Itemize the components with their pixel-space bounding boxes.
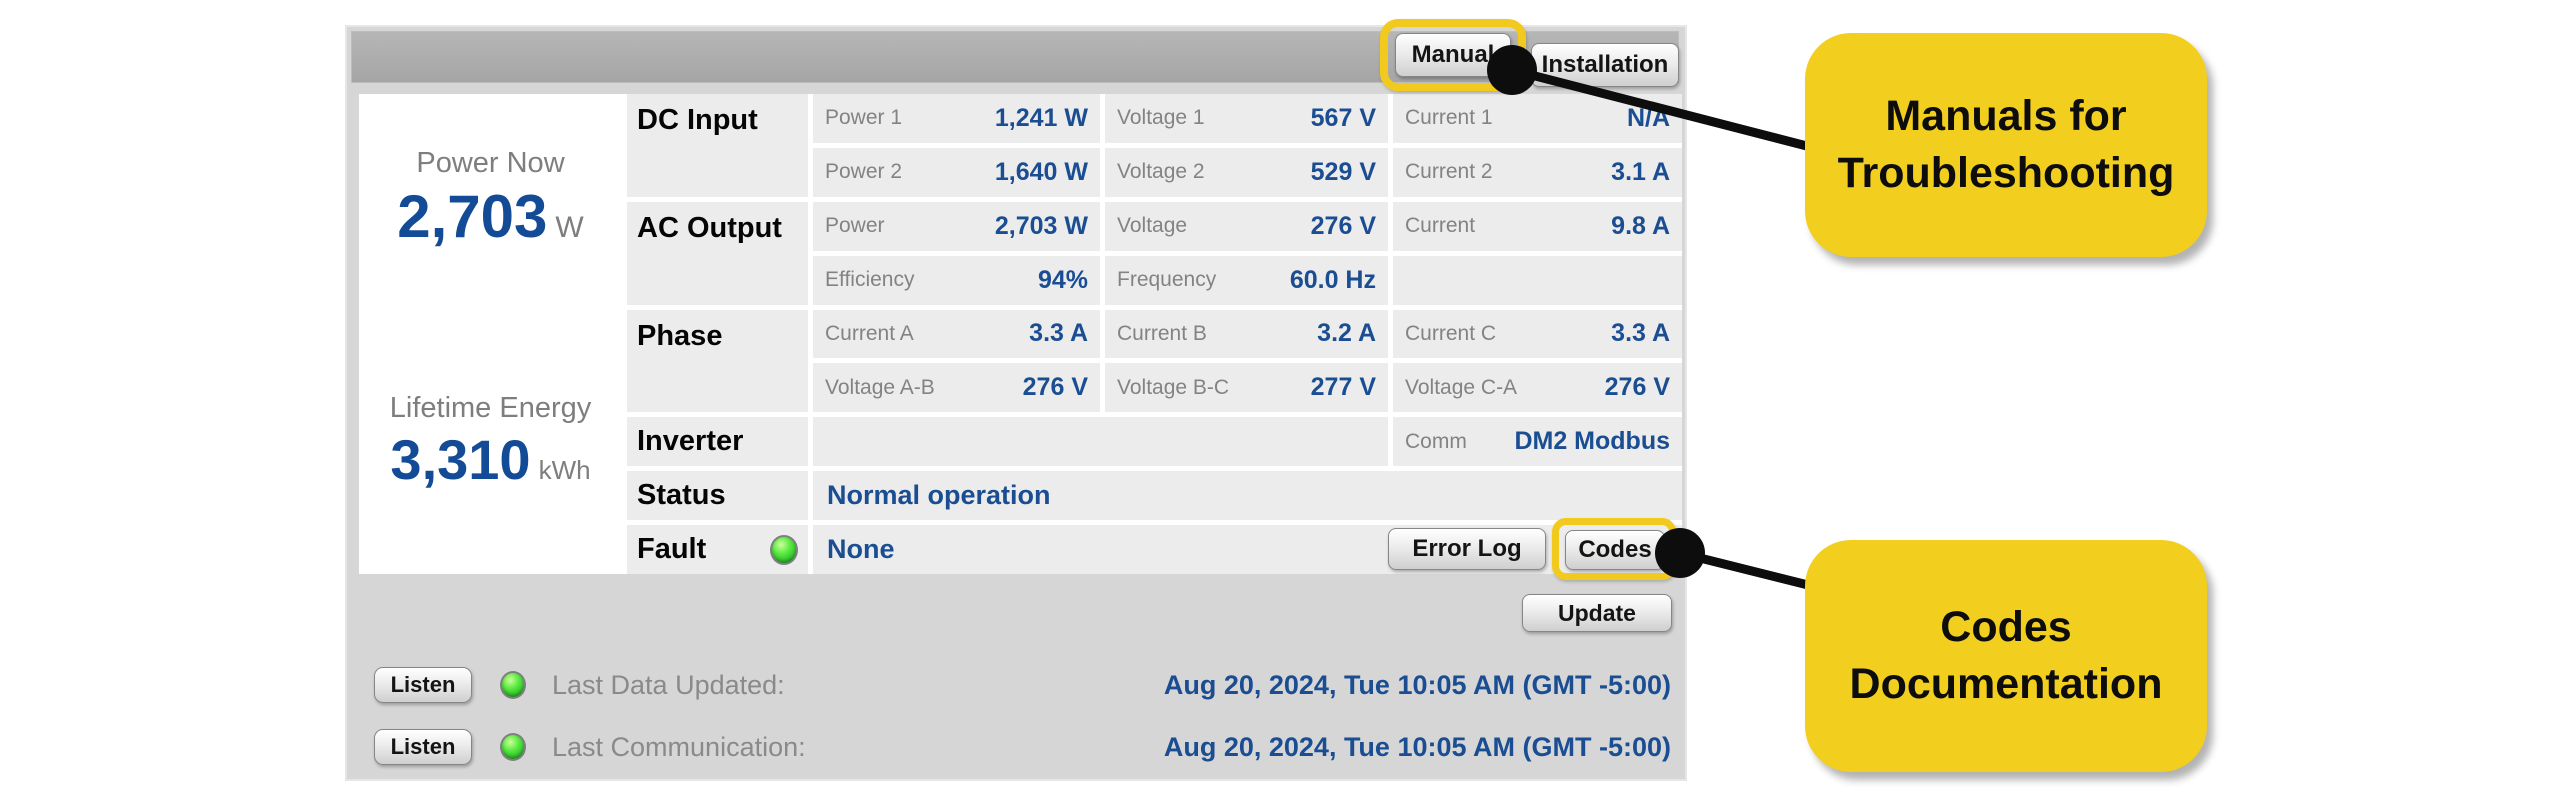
phase-current-a-label: Current A (825, 321, 914, 345)
manuals-callout-line2: Troubleshooting (1837, 149, 2175, 197)
last-data-updated-label: Last Data Updated: (552, 669, 785, 700)
power-now-card: Power Now 2,703 W (359, 94, 622, 305)
ac-power-cell: Power 2,703 W (813, 201, 1100, 251)
ac-current-cell: Current 9.8 A (1393, 201, 1682, 251)
power-now-unit: W (555, 211, 584, 245)
phase-current-c-label: Current C (1405, 321, 1497, 345)
ac-voltage-cell: Voltage 276 V (1105, 201, 1388, 251)
dc-power2-label: Power 2 (825, 160, 903, 184)
update-button[interactable]: Update (1522, 594, 1672, 632)
dc-voltage2-label: Voltage 2 (1117, 160, 1205, 184)
dc-power1-label: Power 1 (825, 106, 903, 130)
phase-current-a-cell: Current A 3.3 A (813, 309, 1100, 359)
ac-voltage-label: Voltage (1117, 214, 1188, 238)
lifetime-energy-value: 3,310 (390, 427, 531, 491)
codes-callout-line2: Documentation (1849, 660, 2163, 708)
frequency-value: 60.0 Hz (1289, 265, 1376, 294)
ac-current-value: 9.8 A (1611, 211, 1670, 240)
codes-callout: Codes Documentation (1805, 540, 2207, 772)
dc-current1-label: Current 1 (1405, 106, 1493, 130)
dc-power2-cell: Power 2 1,640 W (813, 147, 1100, 197)
listen-button-1[interactable]: Listen (374, 667, 472, 703)
communication-led-icon (500, 733, 526, 761)
last-communication-label: Last Communication: (552, 731, 806, 762)
last-data-updated-value: Aug 20, 2024, Tue 10:05 AM (GMT -5:00) (1163, 669, 1671, 700)
dc-voltage1-cell: Voltage 1 567 V (1105, 94, 1388, 143)
data-updated-led-icon (500, 671, 526, 699)
last-communication-row: Listen Last Communication: Aug 20, 2024,… (374, 729, 1671, 765)
dc-voltage2-cell: Voltage 2 529 V (1105, 147, 1388, 197)
last-communication-value: Aug 20, 2024, Tue 10:05 AM (GMT -5:00) (1163, 731, 1671, 762)
phase-current-b-label: Current B (1117, 321, 1207, 345)
installation-button[interactable]: Installation (1531, 43, 1679, 87)
codes-highlight-ring (1552, 518, 1676, 580)
section-inverter: Inverter (627, 417, 808, 467)
section-ac-output: AC Output (627, 201, 808, 305)
status-value: Normal operation (813, 471, 1682, 521)
phase-voltage-ab-value: 276 V (1022, 373, 1088, 402)
dc-current1-value: N/A (1626, 103, 1670, 132)
lifetime-energy-card: Lifetime Energy 3,310 kWh (359, 309, 622, 574)
section-status: Status (627, 471, 808, 521)
dc-power2-value: 1,640 W (994, 157, 1088, 186)
ac-current-label: Current (1405, 214, 1476, 238)
efficiency-label: Efficiency (825, 268, 915, 292)
last-data-updated-row: Listen Last Data Updated: Aug 20, 2024, … (374, 667, 1671, 703)
phase-voltage-bc-cell: Voltage B-C 277 V (1105, 363, 1388, 413)
phase-current-c-cell: Current C 3.3 A (1393, 309, 1682, 359)
manual-highlight-ring (1380, 19, 1526, 91)
manuals-callout: Manuals for Troubleshooting (1805, 33, 2207, 257)
comm-label: Comm (1405, 429, 1467, 453)
dc-voltage1-label: Voltage 1 (1117, 106, 1205, 130)
frequency-cell: Frequency 60.0 Hz (1105, 255, 1388, 305)
phase-current-b-cell: Current B 3.2 A (1105, 309, 1388, 359)
phase-voltage-ab-cell: Voltage A-B 276 V (813, 363, 1100, 413)
fault-status-led-icon (770, 534, 798, 565)
phase-voltage-ca-cell: Voltage C-A 276 V (1393, 363, 1682, 413)
phase-current-c-value: 3.3 A (1611, 319, 1670, 348)
section-fault: Fault (627, 525, 808, 574)
comm-value: DM2 Modbus (1514, 427, 1670, 456)
efficiency-value: 94% (1037, 265, 1088, 294)
phase-current-a-value: 3.3 A (1029, 319, 1088, 348)
section-phase: Phase (627, 309, 808, 413)
phase-voltage-ca-value: 276 V (1604, 373, 1670, 402)
efficiency-cell: Efficiency 94% (813, 255, 1100, 305)
phase-voltage-bc-value: 277 V (1310, 373, 1376, 402)
power-now-value: 2,703 (397, 183, 548, 251)
dc-voltage1-value: 567 V (1310, 103, 1376, 132)
listen-button-2[interactable]: Listen (374, 729, 472, 765)
inverter-empty-cell (813, 417, 1388, 467)
error-log-button[interactable]: Error Log (1388, 528, 1546, 570)
dc-current1-cell: Current 1 N/A (1393, 94, 1682, 143)
fault-label: Fault (637, 533, 707, 566)
inverter-data-table: Power Now 2,703 W Lifetime Energy 3,310 … (359, 94, 1682, 574)
dc-power1-value: 1,241 W (994, 103, 1088, 132)
section-dc-input: DC Input (627, 94, 808, 197)
inverter-status-panel: Manual Installation Power Now 2,703 W Li… (345, 19, 1687, 781)
ac-power-value: 2,703 W (994, 211, 1088, 240)
dc-current2-label: Current 2 (1405, 160, 1493, 184)
phase-current-b-value: 3.2 A (1317, 319, 1376, 348)
ac-power-label: Power (825, 214, 885, 238)
dc-power1-cell: Power 1 1,241 W (813, 94, 1100, 143)
lifetime-energy-label: Lifetime Energy (389, 391, 592, 424)
phase-voltage-ab-label: Voltage A-B (825, 375, 935, 399)
ac-voltage-value: 276 V (1310, 211, 1376, 240)
frequency-label: Frequency (1117, 268, 1217, 292)
phase-voltage-bc-label: Voltage B-C (1117, 375, 1230, 399)
manuals-callout-line1: Manuals for (1885, 92, 2127, 141)
empty-cell (1393, 255, 1682, 305)
comm-cell: Comm DM2 Modbus (1393, 417, 1682, 467)
phase-voltage-ca-label: Voltage C-A (1405, 375, 1518, 399)
codes-callout-line1: Codes (1940, 603, 2072, 652)
dc-current2-value: 3.1 A (1611, 157, 1670, 186)
dc-current2-cell: Current 2 3.1 A (1393, 147, 1682, 197)
dc-voltage2-value: 529 V (1310, 157, 1376, 186)
lifetime-energy-unit: kWh (538, 454, 591, 485)
power-now-label: Power Now (416, 147, 565, 180)
